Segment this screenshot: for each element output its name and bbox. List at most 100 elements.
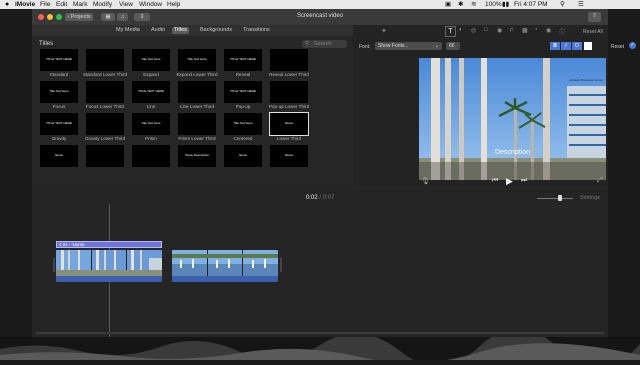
video-clip[interactable] bbox=[172, 250, 278, 282]
tab-titles[interactable]: Titles bbox=[172, 27, 189, 34]
apply-checkmark-icon[interactable]: ✓ bbox=[629, 42, 636, 49]
menu-mark[interactable]: Mark bbox=[73, 0, 87, 9]
title-thumbnail[interactable]: Title Text Here bbox=[224, 113, 262, 135]
skip-forward-icon[interactable]: ⏭ bbox=[521, 177, 527, 185]
title-clip-label: 4.0s – Name bbox=[59, 242, 85, 247]
video-clip[interactable] bbox=[56, 250, 162, 282]
desktop-rocks-image bbox=[0, 328, 640, 365]
skip-back-icon[interactable]: ⏮ bbox=[492, 177, 498, 185]
crop-icon[interactable]: □ bbox=[484, 27, 488, 33]
title-thumbnail[interactable] bbox=[86, 49, 124, 71]
battery-percent: 100% bbox=[485, 1, 502, 8]
title-thumbnail[interactable] bbox=[270, 81, 308, 103]
clip-left-handle[interactable] bbox=[53, 258, 55, 272]
search-field[interactable]: ⚲ Search bbox=[302, 40, 347, 48]
tab-my-media[interactable]: My Media bbox=[114, 27, 142, 34]
timeline: 0:02 / 0:07 Settings 4.0s – Name bbox=[32, 186, 608, 337]
title-thumbnail[interactable] bbox=[86, 145, 124, 167]
spotlight-icon[interactable]: ⚲ bbox=[560, 0, 565, 9]
color-balance-icon[interactable]: ◐ bbox=[459, 27, 463, 33]
menu-view[interactable]: View bbox=[119, 0, 133, 9]
title-thumbnail[interactable]: Name bbox=[270, 145, 308, 167]
clip-filter-icon[interactable]: ◉ bbox=[546, 27, 551, 34]
title-thumbnail[interactable]: TITLE TEXT HERE bbox=[40, 49, 78, 71]
italic-button[interactable]: I bbox=[561, 42, 571, 50]
tab-backgrounds[interactable]: Backgrounds bbox=[198, 27, 234, 34]
title-thumbnail[interactable]: Name bbox=[224, 145, 262, 167]
battery-icon[interactable]: ▮▮ bbox=[502, 0, 509, 9]
italic-icon: I bbox=[565, 43, 567, 49]
font-select[interactable]: Show Fonts... ⌄ bbox=[375, 42, 442, 50]
text-color-swatch[interactable] bbox=[584, 42, 592, 50]
title-preview-text: Title Text Here bbox=[141, 57, 161, 61]
text-tool-icon[interactable]: T bbox=[445, 26, 456, 37]
title-thumbnail[interactable]: TITLE TEXT HERE bbox=[40, 113, 78, 135]
font-select-value: Show Fonts... bbox=[378, 43, 409, 49]
title-overlay-text[interactable]: Description bbox=[419, 149, 606, 156]
title-preview-text: Name bbox=[54, 153, 63, 157]
title-thumbnail[interactable]: Name bbox=[269, 112, 309, 136]
apple-icon[interactable]: ● bbox=[5, 0, 9, 9]
tab-audio[interactable]: Audio bbox=[149, 27, 167, 34]
timeline-scrollbar[interactable] bbox=[35, 332, 605, 334]
settings-button[interactable]: Settings bbox=[580, 195, 600, 201]
building-sign: Johnson Business Center bbox=[569, 78, 604, 82]
fullscreen-icon[interactable]: ⤢ bbox=[597, 177, 603, 185]
outline-icon: O bbox=[575, 43, 579, 49]
wifi-icon[interactable]: ≋ bbox=[471, 0, 476, 9]
title-thumbnail[interactable] bbox=[178, 81, 216, 103]
voiceover-mic-icon[interactable]: 🎙 bbox=[421, 177, 430, 185]
clip-right-handle[interactable] bbox=[280, 258, 282, 272]
title-thumbnail[interactable]: TITLE TEXT HERE bbox=[224, 81, 262, 103]
title-thumbnail[interactable]: Name Description bbox=[178, 145, 216, 167]
total-time: 0:07 bbox=[322, 195, 335, 201]
notification-center-icon[interactable]: ☰ bbox=[578, 0, 584, 9]
title-thumbnail[interactable] bbox=[132, 145, 170, 167]
font-size-field[interactable]: 66 bbox=[446, 42, 460, 50]
zoom-slider[interactable] bbox=[537, 198, 573, 199]
title-clip[interactable]: 4.0s – Name bbox=[56, 241, 162, 248]
share-icon: ⇧ bbox=[592, 13, 597, 19]
title-thumbnail[interactable] bbox=[86, 113, 124, 135]
status-icon[interactable]: ▣ bbox=[445, 0, 451, 9]
title-thumbnail[interactable] bbox=[86, 81, 124, 103]
bluetooth-icon[interactable]: ✱ bbox=[458, 0, 463, 9]
title-thumbnail[interactable]: Title Text Here bbox=[40, 81, 78, 103]
clock[interactable]: Fri 4:07 PM bbox=[514, 0, 548, 9]
current-time: 0:02 bbox=[306, 195, 318, 201]
browser-heading: Titles bbox=[39, 41, 54, 47]
title-preview-text: Title Text Here bbox=[187, 57, 207, 61]
title-thumbnail[interactable]: Name bbox=[40, 145, 78, 167]
stabilization-icon[interactable]: ◉ bbox=[497, 27, 502, 34]
speed-icon[interactable]: ◔ bbox=[534, 27, 538, 33]
title-thumbnail[interactable]: TITLE TEXT HERE bbox=[132, 81, 170, 103]
title-thumbnail[interactable]: Title Text Here bbox=[132, 49, 170, 71]
title-preview-text: Name bbox=[284, 121, 293, 125]
share-button[interactable]: ⇧ bbox=[588, 12, 601, 22]
title-thumbnail[interactable]: TITLE TEXT HERE bbox=[224, 49, 262, 71]
zoom-slider-thumb[interactable] bbox=[558, 195, 562, 201]
viewer-preview[interactable]: Description Johnson Business Center bbox=[419, 58, 606, 180]
title-thumbnail[interactable]: Title Text Here bbox=[178, 49, 216, 71]
reset-all-button[interactable]: Reset All bbox=[583, 29, 603, 35]
menu-file[interactable]: File bbox=[40, 0, 50, 9]
clip-thumbnails bbox=[56, 250, 162, 276]
menu-bar: ● iMovie File Edit Mark Modify View Wind… bbox=[0, 0, 640, 9]
menu-modify[interactable]: Modify bbox=[93, 0, 112, 9]
tab-transitions[interactable]: Transitions bbox=[241, 27, 272, 34]
reset-button[interactable]: Reset bbox=[611, 44, 624, 50]
title-thumbnail[interactable]: Title Text Here bbox=[132, 113, 170, 135]
app-menu[interactable]: iMovie bbox=[15, 0, 35, 9]
menu-help[interactable]: Help bbox=[167, 0, 180, 9]
volume-icon[interactable]: ♬ bbox=[509, 27, 515, 33]
noise-reduction-icon[interactable]: ▩ bbox=[522, 27, 528, 34]
color-correction-icon[interactable]: ◎ bbox=[471, 27, 476, 34]
bold-button[interactable]: B bbox=[550, 42, 560, 50]
title-thumbnail[interactable] bbox=[178, 113, 216, 135]
menu-window[interactable]: Window bbox=[139, 0, 162, 9]
title-thumbnail[interactable] bbox=[270, 49, 308, 71]
outline-button[interactable]: O bbox=[572, 42, 582, 50]
info-icon[interactable]: ⓘ bbox=[559, 27, 565, 36]
magic-wand-icon[interactable]: ✦ bbox=[381, 27, 387, 35]
menu-edit[interactable]: Edit bbox=[56, 0, 67, 9]
